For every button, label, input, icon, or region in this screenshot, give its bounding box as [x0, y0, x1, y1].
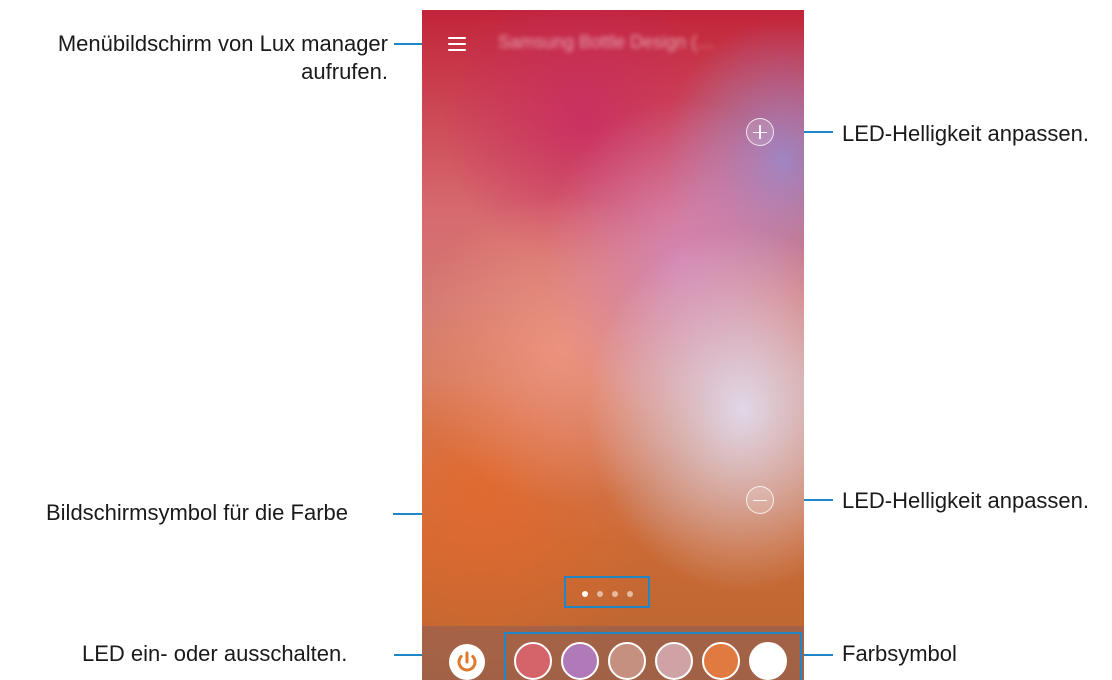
- menu-icon[interactable]: [448, 34, 476, 54]
- power-icon: [457, 651, 477, 672]
- color-swatch-3[interactable]: [608, 642, 646, 680]
- minus-icon: [753, 499, 767, 502]
- page-dot-2: [597, 591, 603, 597]
- page-dot-3: [612, 591, 618, 597]
- bottom-bar: [422, 626, 804, 680]
- color-swatch-5[interactable]: [702, 642, 740, 680]
- callout-brightness-down-label: LED-Helligkeit anpassen.: [842, 488, 1090, 513]
- color-swatches: [504, 632, 802, 680]
- callout-line-menu: [394, 43, 422, 45]
- color-swatch-6[interactable]: [749, 642, 787, 680]
- brightness-up-button[interactable]: [746, 118, 774, 146]
- callout-page-indicator-label: Bildschirmsymbol für die Farbe: [46, 500, 348, 525]
- callout-line-color-icons: [802, 654, 833, 656]
- callout-power-label: LED ein- oder ausschalten.: [82, 641, 348, 666]
- color-swatch-2[interactable]: [561, 642, 599, 680]
- page-dot-1: [582, 591, 588, 597]
- brightness-down-button[interactable]: [746, 486, 774, 514]
- color-swatch-1[interactable]: [514, 642, 552, 680]
- page-dot-4: [627, 591, 633, 597]
- power-button[interactable]: [449, 644, 485, 680]
- callout-menu-label: Menübildschirm von Lux manager aufrufen.: [57, 31, 388, 84]
- callout-color-icons-label: Farbsymbol: [842, 641, 957, 666]
- callout-brightness-up-label: LED-Helligkeit anpassen.: [842, 121, 1090, 146]
- color-swatch-4[interactable]: [655, 642, 693, 680]
- app-title: Samsung Bottle Design (…: [498, 32, 716, 52]
- phone-screen: Samsung Bottle Design (…: [422, 10, 804, 680]
- page-indicator: [564, 576, 650, 608]
